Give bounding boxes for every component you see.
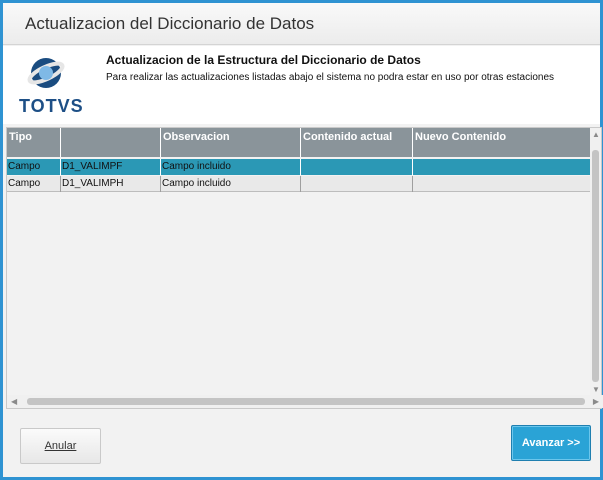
totvs-logo: TOTVS (17, 56, 83, 116)
cell-contenido-actual (301, 176, 413, 192)
scroll-down-icon[interactable]: ▼ (592, 385, 600, 394)
updates-grid[interactable]: Tipo Observacion Contenido actual Nuevo … (6, 127, 603, 409)
table-row[interactable]: Campo D1_VALIMPH Campo incluido (7, 176, 592, 192)
cell-campo: D1_VALIMPF (61, 159, 161, 175)
header-description: Para realizar las actualizaciones listad… (106, 72, 555, 83)
avanzar-button[interactable]: Avanzar >> (511, 425, 591, 461)
vertical-scroll-thumb[interactable] (592, 150, 599, 382)
totvs-logo-icon (27, 58, 65, 88)
cell-nuevo-contenido (413, 176, 592, 192)
table-row[interactable]: Campo D1_VALIMPF Campo incluido (7, 159, 592, 175)
title-bar: Actualizacion del Diccionario de Datos (3, 3, 600, 45)
column-header-observacion[interactable]: Observacion (161, 128, 301, 157)
header-panel: TOTVS Actualizacion de la Estructura del… (3, 46, 600, 124)
cell-tipo: Campo (7, 176, 61, 192)
header-title: Actualizacion de la Estructura del Dicci… (106, 53, 421, 67)
window-title: Actualizacion del Diccionario de Datos (25, 14, 315, 33)
anular-button[interactable]: Anular (20, 428, 101, 464)
column-header-tipo[interactable]: Tipo (7, 128, 61, 157)
column-header-nuevo-contenido[interactable]: Nuevo Contenido (413, 128, 592, 157)
dialog-window: Actualizacion del Diccionario de Datos T… (0, 0, 603, 480)
vertical-scrollbar[interactable]: ▲ ▼ (590, 128, 601, 396)
horizontal-scrollbar[interactable]: ◀ ▶ (7, 395, 603, 408)
cell-observacion: Campo incluido (161, 176, 301, 192)
column-header-campo[interactable] (61, 128, 161, 157)
grid-header: Tipo Observacion Contenido actual Nuevo … (7, 128, 592, 157)
logo-text: TOTVS (19, 96, 84, 116)
column-header-contenido-actual[interactable]: Contenido actual (301, 128, 413, 157)
scroll-right-icon[interactable]: ▶ (593, 397, 599, 406)
scroll-left-icon[interactable]: ◀ (11, 397, 17, 406)
cell-campo: D1_VALIMPH (61, 176, 161, 192)
scroll-up-icon[interactable]: ▲ (592, 130, 600, 139)
cell-observacion: Campo incluido (161, 159, 301, 175)
cell-contenido-actual (301, 159, 413, 175)
cell-tipo: Campo (7, 159, 61, 175)
horizontal-scroll-thumb[interactable] (27, 398, 585, 405)
cell-nuevo-contenido (413, 159, 592, 175)
